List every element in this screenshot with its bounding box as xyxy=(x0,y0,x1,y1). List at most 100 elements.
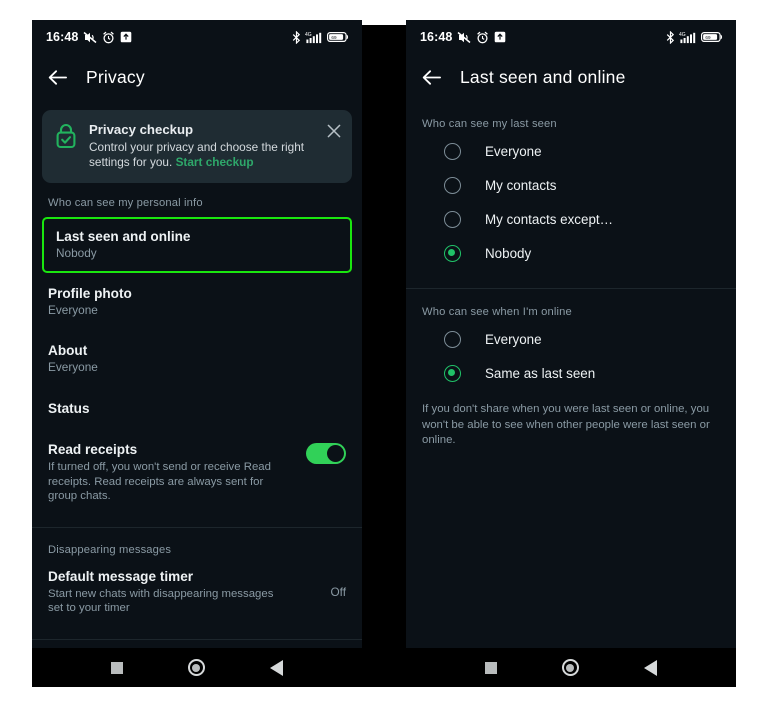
status-time: 16:48 xyxy=(46,30,79,44)
nav-home-button[interactable] xyxy=(187,659,205,676)
alarm-icon xyxy=(477,31,489,43)
nav-bar-right xyxy=(406,648,736,687)
svg-text:4G: 4G xyxy=(679,32,686,38)
row-about-value: Everyone xyxy=(48,360,98,374)
row-about-title: About xyxy=(48,343,88,358)
page-title: Last seen and online xyxy=(460,66,626,87)
svg-text:69: 69 xyxy=(705,35,711,40)
mute-icon xyxy=(458,31,471,43)
page-title: Privacy xyxy=(86,66,145,87)
recents-square-icon xyxy=(484,661,497,674)
row-profile-photo-main: Profile photo Everyone xyxy=(48,285,346,318)
row-read-receipts-description: If turned off, you won't send or receive… xyxy=(48,461,271,502)
radio-label: My contacts except… xyxy=(485,211,614,227)
mute-icon xyxy=(84,31,97,43)
recents-square-icon xyxy=(110,661,123,674)
row-default-message-timer[interactable]: Default message timer Start new chats wi… xyxy=(32,562,362,630)
signal-4g-icon: 4G xyxy=(679,32,696,43)
radio-icon xyxy=(444,176,461,194)
status-bar-right: 16:48 4G 69 xyxy=(406,20,736,54)
nav-recents-button[interactable] xyxy=(484,661,497,674)
status-bar-left: 16:48 4G 69 xyxy=(32,20,362,54)
privacy-checkup-text: Privacy checkup Control your privacy and… xyxy=(89,121,316,170)
phone-left: 16:48 4G 69 Privacy Privacy checkup Cont… xyxy=(32,20,362,687)
back-triangle-icon xyxy=(270,659,284,676)
row-about-main: About Everyone xyxy=(48,342,346,375)
read-receipts-toggle-knob xyxy=(327,445,344,462)
row-last-seen-and-online[interactable]: Last seen and online Nobody xyxy=(42,217,352,273)
privacy-content: Privacy checkup Control your privacy and… xyxy=(32,110,362,648)
row-last-seen-value: Nobody xyxy=(56,246,97,260)
status-bar-left-group: 16:48 xyxy=(46,30,132,44)
signal-4g-icon: 4G xyxy=(305,32,322,43)
nav-back-button[interactable] xyxy=(644,659,658,676)
radio-label: My contacts xyxy=(485,177,557,193)
screen-privacy: 16:48 4G 69 Privacy Privacy checkup Cont… xyxy=(32,20,362,648)
section-header-disappearing-messages: Disappearing messages xyxy=(48,543,172,556)
back-triangle-icon xyxy=(644,659,658,676)
row-status-main: Status xyxy=(48,400,346,417)
radio-option-my-contacts[interactable]: My contacts xyxy=(406,168,736,202)
radio-option-same-as-last-seen[interactable]: Same as last seen xyxy=(406,356,736,390)
section-header-who-can-see-online: Who can see when I'm online xyxy=(422,306,572,318)
svg-text:69: 69 xyxy=(331,35,337,40)
status-time-right: 16:48 xyxy=(420,30,453,44)
privacy-checkup-title: Privacy checkup xyxy=(89,122,194,137)
read-receipts-toggle[interactable] xyxy=(306,443,346,464)
battery-icon: 69 xyxy=(701,32,723,43)
nav-back-button[interactable] xyxy=(270,659,284,676)
row-status-title: Status xyxy=(48,401,90,416)
screenshot-stage: 16:48 4G 69 Privacy Privacy checkup Cont… xyxy=(0,0,764,709)
section-header-personal-info: Who can see my personal info xyxy=(48,197,203,209)
nav-home-button[interactable] xyxy=(561,659,579,676)
row-profile-photo[interactable]: Profile photo Everyone xyxy=(32,273,362,330)
bluetooth-icon xyxy=(666,30,675,44)
phone-right: 16:48 4G 69 Last seen and online Who can… xyxy=(406,20,736,687)
privacy-checkup-description: Control your privacy and choose the righ… xyxy=(89,140,316,170)
row-read-receipts[interactable]: Read receipts If turned off, you won't s… xyxy=(32,427,362,518)
row-default-message-timer-title: Default message timer xyxy=(48,568,194,584)
row-profile-photo-value: Everyone xyxy=(48,303,98,317)
screenshot-icon xyxy=(121,31,132,43)
radio-option-everyone-online[interactable]: Everyone xyxy=(406,322,736,356)
status-bar-right-right-group: 4G 69 xyxy=(666,30,723,44)
row-last-seen-title: Last seen and online xyxy=(56,229,191,244)
radio-option-everyone-last-seen[interactable]: Everyone xyxy=(406,134,736,168)
app-bar-privacy: Privacy xyxy=(32,54,362,100)
row-about[interactable]: About Everyone xyxy=(32,330,362,387)
close-icon[interactable] xyxy=(327,124,341,138)
app-bar-last-seen: Last seen and online xyxy=(406,54,736,100)
radio-label: Everyone xyxy=(485,331,542,347)
row-status[interactable]: Status xyxy=(32,387,362,427)
radio-option-my-contacts-except[interactable]: My contacts except… xyxy=(406,202,736,236)
row-read-receipts-main: Read receipts If turned off, you won't s… xyxy=(48,441,294,504)
row-default-message-timer-value: Off xyxy=(330,584,346,599)
status-bar-right-left-group: 16:48 xyxy=(420,30,506,44)
back-arrow-icon[interactable] xyxy=(47,67,68,88)
back-arrow-icon[interactable] xyxy=(421,67,442,88)
radio-icon-selected xyxy=(444,244,461,262)
section-header-who-can-see-last-seen: Who can see my last seen xyxy=(422,118,557,130)
radio-label: Same as last seen xyxy=(485,365,596,381)
home-circle-icon xyxy=(561,659,579,676)
radio-icon xyxy=(444,142,461,160)
row-read-receipts-title: Read receipts xyxy=(48,442,138,457)
lock-check-icon xyxy=(56,124,76,149)
battery-icon: 69 xyxy=(327,32,349,43)
radio-label: Everyone xyxy=(485,143,542,159)
nav-recents-button[interactable] xyxy=(110,661,123,674)
row-default-message-timer-main: Default message timer Start new chats wi… xyxy=(48,568,320,616)
privacy-checkup-card[interactable]: Privacy checkup Control your privacy and… xyxy=(42,110,352,183)
alarm-icon xyxy=(103,31,115,43)
row-groups[interactable]: Groups Everyone xyxy=(32,640,362,649)
last-seen-content: Who can see my last seen Everyone My con… xyxy=(406,100,736,449)
privacy-note-text: If you don't share when you were last se… xyxy=(422,403,710,446)
bluetooth-icon xyxy=(292,30,301,44)
radio-option-nobody[interactable]: Nobody xyxy=(406,236,736,270)
screen-last-seen-and-online: 16:48 4G 69 Last seen and online Who can… xyxy=(406,20,736,648)
radio-icon xyxy=(444,330,461,348)
home-circle-icon xyxy=(187,659,205,676)
radio-label: Nobody xyxy=(485,245,532,261)
start-checkup-link[interactable]: Start checkup xyxy=(176,155,254,169)
nav-bar-left xyxy=(32,648,362,687)
